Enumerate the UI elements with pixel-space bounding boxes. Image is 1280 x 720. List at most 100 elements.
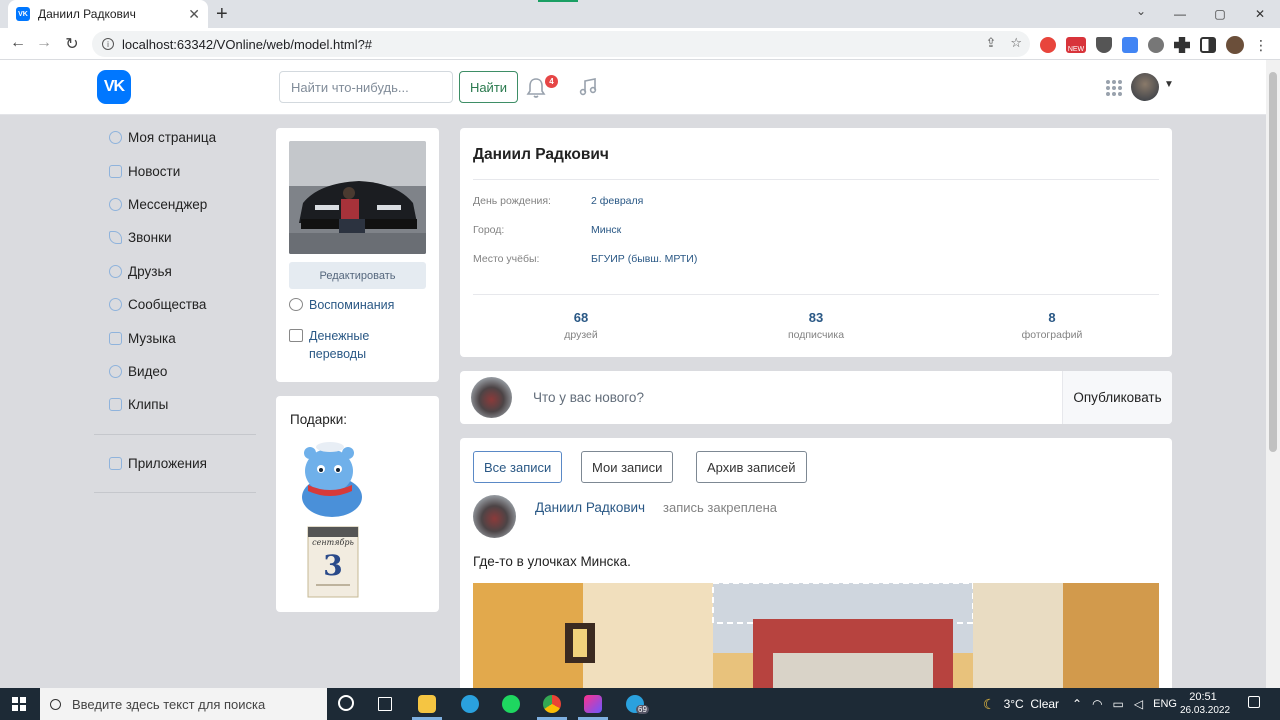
forward-icon[interactable]: → — [34, 34, 54, 52]
system-tray: ⌃ ◠ ▭ ◁ ENG — [1072, 688, 1177, 720]
counter-friends[interactable]: 68 друзей — [531, 310, 631, 341]
cortana-icon[interactable] — [338, 695, 354, 711]
browser-profile-avatar[interactable] — [1226, 36, 1244, 54]
volume-icon[interactable]: ◁ — [1134, 697, 1143, 711]
wifi-icon[interactable]: ◠ — [1092, 697, 1102, 711]
info-value-birthday[interactable]: 2 февраля — [591, 195, 643, 207]
telegram-icon[interactable] — [461, 695, 479, 713]
gifts-card: Подарки: сентябрь 3 — [276, 396, 439, 612]
posts-card: Все записи Мои записи Архив записей Дани… — [460, 438, 1172, 688]
weather-widget[interactable]: ☾ 3°C Clear — [983, 688, 1059, 720]
translate-extension-icon[interactable] — [1122, 37, 1138, 53]
post-image[interactable] — [473, 583, 1159, 688]
vk-logo[interactable]: VK — [97, 70, 131, 104]
tray-overflow-icon[interactable]: ⌃ — [1072, 697, 1082, 711]
sidebar-item-my-page[interactable]: Моя страница — [100, 121, 260, 154]
sidebar-item-video[interactable]: Видео — [100, 355, 260, 388]
post-author-link[interactable]: Даниил Радкович — [535, 500, 645, 515]
browser-menu-icon[interactable]: ⋮ — [1254, 37, 1268, 54]
post-author-avatar[interactable] — [473, 495, 516, 538]
filter-archive-button[interactable]: Архив записей — [696, 451, 807, 483]
taskbar-clock[interactable]: 20:51 26.03.2022 — [1180, 690, 1231, 718]
transfers-label: Денежные переводы — [309, 329, 370, 361]
sidebar-item-apps[interactable]: Приложения — [100, 447, 260, 480]
friends-icon — [109, 264, 122, 278]
vk-header: VK Найти 4 ▼ — [0, 60, 1266, 115]
sidebar-item-label: Моя страница — [128, 130, 217, 146]
chevron-down-icon[interactable]: ▼ — [1164, 79, 1174, 90]
chrome-icon[interactable] — [543, 695, 561, 713]
gift-calendar[interactable]: сентябрь 3 — [304, 523, 362, 601]
language-indicator[interactable]: ENG — [1153, 698, 1177, 710]
taskbar-search-placeholder: Введите здесь текст для поиска — [72, 696, 266, 712]
counter-followers[interactable]: 83 подписчика — [766, 310, 866, 341]
memories-link[interactable]: Воспоминания — [289, 296, 394, 314]
notifications-bell-icon[interactable] — [526, 77, 546, 99]
sidebar-item-label: Приложения — [128, 455, 207, 471]
share-icon[interactable]: ⇪ — [985, 35, 996, 51]
counter-photos[interactable]: 8 фотографий — [1002, 310, 1102, 341]
sidebar-item-music[interactable]: Музыка — [100, 321, 260, 354]
filter-my-posts-button[interactable]: Мои записи — [581, 451, 674, 483]
publish-button[interactable]: Опубликовать — [1063, 371, 1172, 424]
battery-icon[interactable]: ▭ — [1113, 697, 1124, 711]
bookmark-star-icon[interactable]: ☆ — [1010, 35, 1022, 51]
tab-search-icon[interactable]: ⌄ — [1136, 4, 1146, 18]
vk-search-button[interactable]: Найти — [459, 71, 518, 103]
info-value-education[interactable]: БГУИР (бывш. МРТИ) — [591, 253, 697, 265]
sidebar-item-messenger[interactable]: Мессенджер — [100, 188, 260, 221]
intellij-icon[interactable] — [584, 695, 602, 713]
taskbar-search-box[interactable]: Введите здесь текст для поиска — [40, 688, 327, 720]
post-composer: Опубликовать — [460, 371, 1172, 424]
extension-1-icon[interactable] — [1040, 37, 1056, 53]
wallet-icon — [289, 329, 303, 342]
sidebar-item-communities[interactable]: Сообщества — [100, 288, 260, 321]
telegram-unread-badge: 69 — [636, 705, 649, 714]
info-label: Место учёбы: — [473, 253, 540, 265]
filter-all-posts-button[interactable]: Все записи — [473, 451, 563, 483]
header-user-avatar[interactable] — [1131, 73, 1159, 101]
site-info-icon[interactable]: i — [102, 38, 114, 50]
task-view-icon[interactable] — [378, 697, 392, 711]
spotify-icon[interactable] — [502, 695, 520, 713]
page-scrollbar[interactable] — [1266, 60, 1280, 688]
profile-photo[interactable] — [289, 141, 426, 254]
reload-icon[interactable]: ↻ — [62, 34, 82, 54]
sidebar-item-clips[interactable]: Клипы — [100, 388, 260, 421]
moon-weather-icon: ☾ — [983, 695, 996, 712]
vk-search-input[interactable] — [279, 71, 453, 103]
sidebar-item-calls[interactable]: Звонки — [100, 221, 260, 254]
edit-profile-button[interactable]: Редактировать — [289, 262, 426, 289]
info-value-city[interactable]: Минск — [591, 224, 621, 236]
minimize-icon[interactable]: — — [1160, 0, 1200, 28]
sidebar-item-label: Видео — [128, 363, 168, 379]
money-transfers-link[interactable]: Денежные переводы — [289, 327, 409, 363]
apps-grid-icon[interactable] — [1106, 80, 1122, 96]
tab-close-icon[interactable]: ✕ — [188, 6, 200, 23]
gift-snow-leopard[interactable] — [296, 441, 366, 519]
new-post-input[interactable] — [522, 371, 1062, 424]
music-player-icon[interactable] — [578, 77, 598, 97]
browser-tab[interactable]: VK Даниил Радкович ✕ — [8, 0, 208, 28]
shield-extension-icon[interactable] — [1096, 37, 1112, 53]
message-icon — [109, 197, 122, 211]
address-bar[interactable]: i localhost:63342/VOnline/web/model.html… — [92, 31, 1030, 57]
sidebar-item-news[interactable]: Новости — [100, 154, 260, 187]
file-explorer-icon[interactable] — [418, 695, 436, 713]
clock-date: 26.03.2022 — [1180, 705, 1231, 716]
scrollbar-thumb[interactable] — [1269, 72, 1277, 452]
notification-center-icon[interactable] — [1248, 696, 1260, 708]
windows-start-icon[interactable] — [12, 697, 26, 711]
new-tab-icon[interactable]: + — [216, 3, 228, 26]
info-row-city: Город: Минск — [473, 224, 621, 236]
sidebar-item-friends[interactable]: Друзья — [100, 255, 260, 288]
back-icon[interactable]: ← — [8, 34, 28, 52]
extensions-puzzle-icon[interactable] — [1174, 37, 1190, 53]
side-panel-icon[interactable] — [1200, 37, 1216, 53]
profile-photo-card: Редактировать Воспоминания Денежные пере… — [276, 128, 439, 382]
profile-name: Даниил Радкович — [473, 146, 609, 163]
close-window-icon[interactable]: ✕ — [1240, 0, 1280, 28]
extension-new-icon[interactable]: NEW — [1066, 37, 1086, 53]
extension-gear-icon[interactable] — [1148, 37, 1164, 53]
maximize-icon[interactable]: ▢ — [1200, 0, 1240, 28]
